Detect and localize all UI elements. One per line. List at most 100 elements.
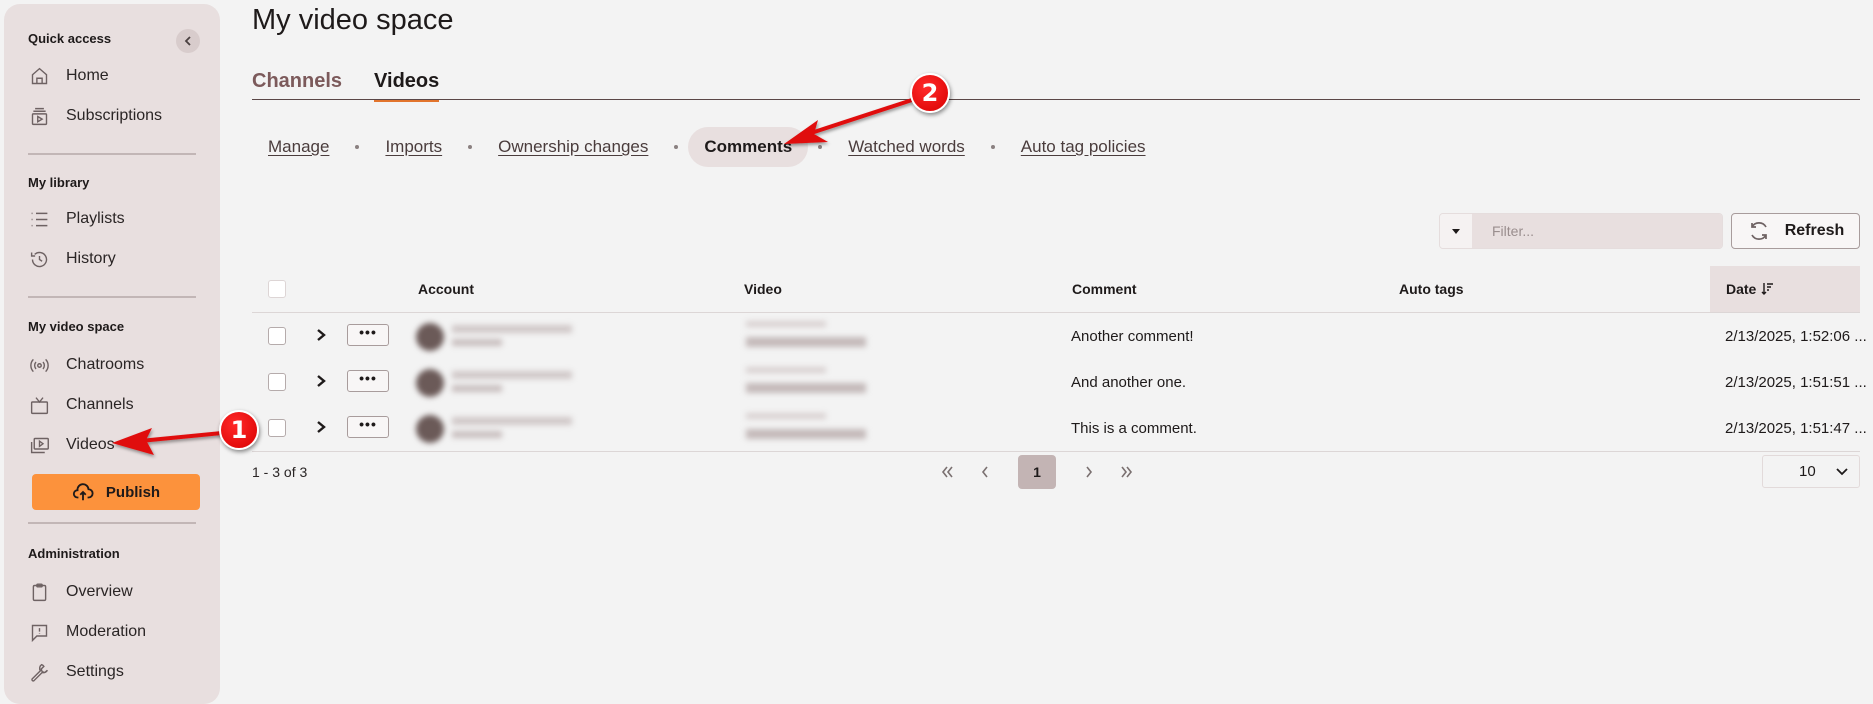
rows-per-page-select[interactable]: 10	[1762, 455, 1860, 488]
sidebar-divider	[28, 153, 196, 155]
refresh-button[interactable]: Refresh	[1731, 213, 1860, 249]
table-footer: 1 - 3 of 3 1 10	[252, 451, 1860, 493]
annotation-badge-2: 2	[910, 73, 950, 113]
column-header-video[interactable]: Video	[744, 266, 782, 312]
sidebar-item-channels[interactable]: Channels	[28, 390, 134, 420]
sub-navigation: Manage Imports Ownership changes Comment…	[252, 126, 1162, 168]
sidebar-item-label: Chatrooms	[66, 356, 145, 373]
comment-cell: This is a comment.	[1071, 419, 1197, 437]
separator-dot	[674, 145, 679, 149]
sidebar-item-label: Moderation	[66, 623, 147, 640]
pagination-summary: 1 - 3 of 3	[252, 464, 308, 480]
chevron-right-icon	[317, 329, 326, 341]
sidebar-item-label: Home	[66, 67, 109, 84]
chevron-right-icon	[1086, 466, 1093, 478]
expand-row-button[interactable]	[314, 326, 330, 346]
video-cell-blurred[interactable]	[742, 409, 872, 449]
filter-dropdown-button[interactable]	[1440, 214, 1472, 248]
account-cell-blurred[interactable]	[412, 411, 582, 447]
caret-down-icon	[1452, 228, 1460, 234]
chevron-left-icon	[184, 36, 191, 46]
table-header: Account Video Comment Auto tags Date	[252, 266, 1860, 313]
section-title-my-library: My library	[28, 175, 90, 190]
column-header-account[interactable]: Account	[418, 266, 474, 312]
sidebar-item-chatrooms[interactable]: Chatrooms	[28, 350, 144, 380]
sidebar-item-moderation[interactable]: Moderation	[28, 617, 146, 647]
last-page-button[interactable]	[1108, 455, 1146, 489]
sort-descending-icon	[1761, 283, 1774, 295]
video-cell-blurred[interactable]	[742, 363, 872, 403]
page-title: My video space	[252, 4, 454, 36]
account-cell-blurred[interactable]	[412, 365, 582, 401]
tab-videos[interactable]: Videos	[374, 70, 440, 102]
page-button-current[interactable]: 1	[1018, 455, 1056, 489]
subnav-manage[interactable]: Manage	[252, 137, 345, 157]
sidebar-item-subscriptions[interactable]: Subscriptions	[28, 101, 162, 131]
tv-icon	[28, 394, 50, 416]
subnav-ownership-changes[interactable]: Ownership changes	[482, 137, 664, 157]
row-actions-button[interactable]: •••	[347, 324, 389, 346]
table-row: ••• This is a comment. 2/13/2025, 1:51:4…	[252, 405, 1867, 451]
subnav-comments[interactable]: Comments	[688, 127, 809, 167]
broadcast-icon	[28, 354, 50, 376]
wrench-icon	[28, 661, 50, 683]
sidebar-item-label: History	[66, 250, 116, 267]
sidebar-item-videos[interactable]: Videos	[28, 430, 115, 460]
sidebar-item-history[interactable]: History	[28, 244, 116, 274]
previous-page-button[interactable]	[966, 455, 1004, 489]
section-title-administration: Administration	[28, 546, 120, 561]
table-row: ••• Another comment! 2/13/2025, 1:52:06 …	[252, 313, 1867, 359]
date-cell: 2/13/2025, 1:51:51 ...	[1725, 373, 1867, 391]
expand-row-button[interactable]	[314, 372, 330, 392]
tab-channels[interactable]: Channels	[252, 70, 342, 102]
select-all-checkbox[interactable]	[268, 280, 286, 298]
publish-button[interactable]: Publish	[32, 474, 200, 510]
refresh-label: Refresh	[1784, 222, 1845, 239]
main-tabs: Channels Videos	[252, 70, 471, 102]
row-actions-button[interactable]: •••	[347, 370, 389, 392]
sidebar: Quick access Home Subscriptions My libra…	[4, 4, 220, 704]
first-page-button[interactable]	[928, 455, 966, 489]
history-icon	[28, 248, 50, 270]
expand-row-button[interactable]	[314, 418, 330, 438]
comments-table: Account Video Comment Auto tags Date •••…	[252, 266, 1867, 493]
column-header-comment[interactable]: Comment	[1072, 266, 1137, 312]
chevrons-left-icon	[941, 466, 953, 478]
row-checkbox[interactable]	[268, 327, 286, 345]
avatar	[416, 415, 444, 443]
sidebar-item-label: Subscriptions	[66, 107, 163, 124]
annotation-badge-1: 1	[219, 410, 259, 450]
column-header-auto-tags[interactable]: Auto tags	[1399, 266, 1464, 312]
sidebar-divider	[28, 296, 196, 298]
chevrons-right-icon	[1121, 466, 1133, 478]
refresh-icon	[1750, 222, 1767, 240]
date-cell: 2/13/2025, 1:51:47 ...	[1725, 419, 1867, 437]
subnav-auto-tag-policies[interactable]: Auto tag policies	[1005, 137, 1162, 157]
filter-input[interactable]	[1472, 214, 1722, 248]
sidebar-item-playlists[interactable]: Playlists	[28, 204, 125, 234]
sidebar-item-home[interactable]: Home	[28, 61, 109, 91]
account-cell-blurred[interactable]	[412, 319, 582, 355]
chevron-right-icon	[317, 375, 326, 387]
subnav-imports[interactable]: Imports	[369, 137, 458, 157]
clipboard-icon	[28, 581, 50, 603]
row-checkbox[interactable]	[268, 373, 286, 391]
tabs-divider	[252, 99, 1860, 100]
sidebar-divider	[28, 522, 196, 524]
row-actions-button[interactable]: •••	[347, 416, 389, 438]
list-icon	[28, 208, 50, 230]
rows-per-page-value: 10	[1799, 463, 1816, 480]
paginator: 1	[928, 454, 1146, 490]
sidebar-item-settings[interactable]: Settings	[28, 657, 124, 687]
column-header-date[interactable]: Date	[1710, 266, 1860, 312]
video-cell-blurred[interactable]	[742, 317, 872, 357]
next-page-button[interactable]	[1070, 455, 1108, 489]
row-checkbox[interactable]	[268, 419, 286, 437]
collapse-sidebar-button[interactable]	[176, 29, 200, 53]
home-icon	[28, 65, 50, 87]
separator-dot	[990, 145, 995, 149]
sidebar-item-overview[interactable]: Overview	[28, 577, 133, 607]
separator-dot	[818, 145, 823, 149]
subnav-watched-words[interactable]: Watched words	[832, 137, 981, 157]
moderation-icon	[28, 621, 50, 643]
